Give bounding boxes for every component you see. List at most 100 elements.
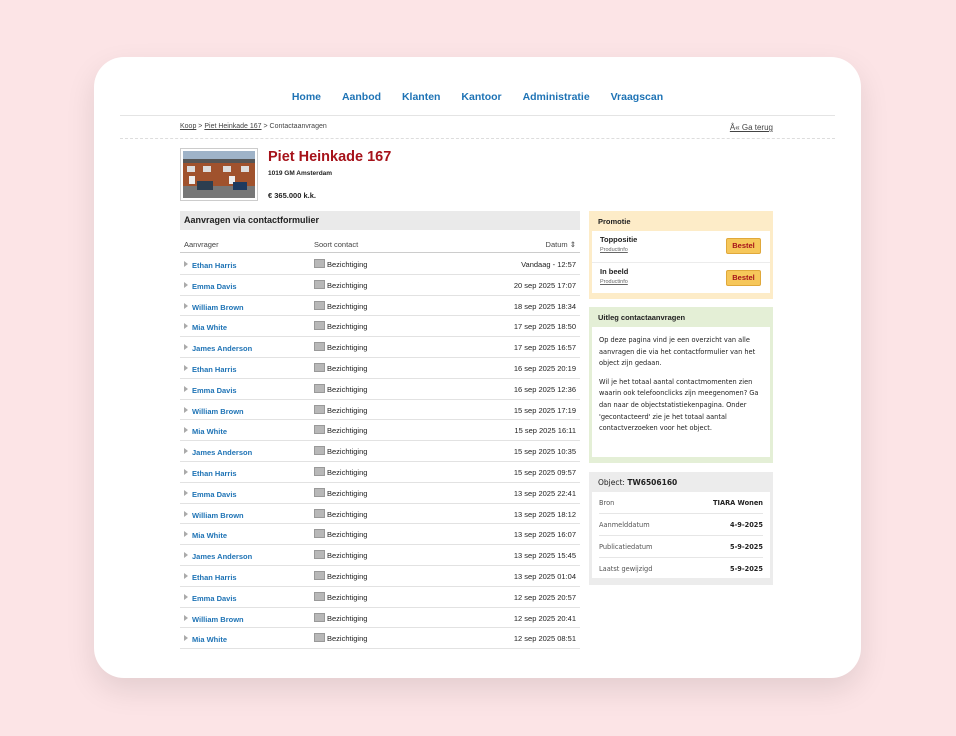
object-panel: Object: TW6506160 Bron TIARA Wonen Aanmel…: [589, 472, 773, 585]
contact-type: Bezichtiging: [327, 343, 368, 353]
object-row: Publicatiedatum 5-9-2025: [599, 536, 763, 558]
requester-name-link[interactable]: James Anderson: [192, 448, 252, 457]
requester-name-link[interactable]: James Anderson: [192, 344, 252, 353]
contact-type-icon: [314, 404, 325, 414]
requester-name-link[interactable]: Mia White: [192, 635, 227, 644]
requester-name-link[interactable]: Emma Davis: [192, 386, 237, 395]
main-nav: Home Aanbod Klanten Kantoor Administrati…: [94, 91, 861, 103]
nav-administratie[interactable]: Administratie: [523, 91, 590, 103]
breadcrumb-koop[interactable]: Koop: [180, 123, 196, 130]
object-key: Aanmelddatum: [599, 521, 650, 529]
expand-arrow-icon[interactable]: [184, 364, 188, 371]
request-date: 17 sep 2025 18:50: [513, 322, 576, 332]
contact-type: Bezichtiging: [327, 301, 368, 311]
object-value: 4-9-2025: [729, 521, 763, 529]
table-row: James Anderson Bezichtiging 15 sep 2025 10…: [180, 441, 580, 462]
expand-arrow-icon[interactable]: [184, 552, 188, 559]
requester-name-link[interactable]: William Brown: [192, 303, 244, 312]
request-date: 13 sep 2025 22:41: [513, 488, 576, 498]
requester-name-link[interactable]: Ethan Harris: [192, 469, 237, 478]
contact-type-icon: [314, 591, 325, 601]
contact-type: Bezichtiging: [327, 551, 368, 561]
expand-arrow-icon[interactable]: [184, 489, 188, 496]
requester-name-link[interactable]: William Brown: [192, 407, 244, 416]
productinfo-link[interactable]: Productinfo: [600, 247, 628, 253]
contact-type-icon: [314, 279, 325, 289]
nav-home[interactable]: Home: [292, 91, 321, 103]
requester-name-link[interactable]: Ethan Harris: [192, 365, 237, 374]
object-value: 5-9-2025: [729, 543, 763, 551]
contact-type-icon: [314, 259, 325, 268]
requester-name-link[interactable]: William Brown: [192, 615, 244, 624]
request-date: 13 sep 2025 18:12: [513, 509, 576, 519]
request-list: Ethan Harris Bezichtiging Vandaag - 12:57 E…: [180, 254, 580, 650]
back-link[interactable]: Â« Ga terug: [730, 123, 773, 132]
requester-name-link[interactable]: Mia White: [192, 323, 227, 332]
nav-kantoor[interactable]: Kantoor: [461, 91, 501, 103]
contact-type: Bezichtiging: [327, 363, 368, 373]
request-date: 20 sep 2025 17:07: [513, 280, 576, 290]
productinfo-link[interactable]: Productinfo: [600, 279, 628, 285]
expand-arrow-icon[interactable]: [184, 468, 188, 475]
promo-title: Promotie: [598, 217, 631, 226]
uitleg-paragraph: Op deze pagina vind je een overzicht van…: [599, 336, 756, 368]
requester-name-link[interactable]: Emma Davis: [192, 282, 237, 291]
expand-arrow-icon[interactable]: [184, 572, 188, 579]
expand-arrow-icon[interactable]: [184, 344, 188, 351]
nav-vraagscan[interactable]: Vraagscan: [611, 91, 664, 103]
expand-arrow-icon[interactable]: [184, 406, 188, 413]
nav-klanten[interactable]: Klanten: [402, 91, 441, 103]
promo-item: Toppositie Productinfo Bestel: [592, 231, 770, 263]
request-date: 16 sep 2025 20:19: [513, 363, 576, 373]
requester-name-link[interactable]: Mia White: [192, 531, 227, 540]
contact-type-icon: [314, 487, 325, 497]
breadcrumb-current: Contactaanvragen: [269, 123, 327, 130]
contact-type: Bezichtiging: [327, 384, 368, 394]
requester-name-link[interactable]: Emma Davis: [192, 594, 237, 603]
expand-arrow-icon[interactable]: [184, 593, 188, 600]
expand-arrow-icon[interactable]: [184, 302, 188, 309]
expand-arrow-icon[interactable]: [184, 427, 188, 434]
col-date-sort[interactable]: Datum ⇕: [546, 240, 576, 249]
expand-arrow-icon[interactable]: [184, 635, 188, 642]
expand-arrow-icon[interactable]: [184, 448, 188, 455]
breadcrumb-property[interactable]: Piet Heinkade 167: [204, 123, 261, 130]
expand-arrow-icon[interactable]: [184, 385, 188, 392]
requester-name-link[interactable]: Mia White: [192, 427, 227, 436]
request-date: 12 sep 2025 20:57: [513, 592, 576, 602]
table-row: William Brown Bezichtiging 15 sep 2025 17:…: [180, 400, 580, 421]
expand-arrow-icon[interactable]: [184, 531, 188, 538]
object-key: Bron: [599, 499, 615, 507]
request-date: 15 sep 2025 10:35: [513, 447, 576, 457]
breadcrumb-separator: >: [261, 123, 270, 130]
expand-arrow-icon[interactable]: [184, 614, 188, 621]
object-row: Aanmelddatum 4-9-2025: [599, 514, 763, 536]
nav-aanbod[interactable]: Aanbod: [342, 91, 381, 103]
property-title: Piet Heinkade 167: [268, 149, 392, 165]
contact-type-icon: [314, 362, 325, 372]
table-row: Mia White Bezichtiging 13 sep 2025 16:07: [180, 524, 580, 546]
promo-item-title: Toppositie: [600, 235, 638, 244]
table-row: Mia White Bezichtiging 12 sep 2025 08:51: [180, 628, 580, 650]
requester-name-link[interactable]: Ethan Harris: [192, 261, 237, 270]
requester-name-link[interactable]: Emma Davis: [192, 490, 237, 499]
expand-arrow-icon[interactable]: [184, 281, 188, 288]
contact-type-icon: [314, 529, 325, 539]
requester-name-link[interactable]: Ethan Harris: [192, 573, 237, 582]
expand-arrow-icon[interactable]: [184, 261, 188, 267]
contact-type-icon: [314, 508, 325, 518]
table-row: Ethan Harris Bezichtiging 13 sep 2025 01:0…: [180, 566, 580, 587]
property-city: 1019 GM Amsterdam: [268, 170, 333, 177]
request-date: 12 sep 2025 08:51: [513, 634, 576, 644]
contact-type: Bezichtiging: [327, 634, 368, 644]
table-header: Aanvrager Soort contact Datum ⇕: [180, 233, 580, 253]
expand-arrow-icon[interactable]: [184, 323, 188, 330]
requester-name-link[interactable]: James Anderson: [192, 552, 252, 561]
bestel-button[interactable]: Bestel: [726, 270, 761, 286]
property-photo[interactable]: [180, 148, 258, 201]
bestel-button[interactable]: Bestel: [726, 238, 761, 254]
requester-name-link[interactable]: William Brown: [192, 511, 244, 520]
uitleg-paragraph: Wil je het totaal aantal contactmomenten…: [599, 377, 759, 433]
expand-arrow-icon[interactable]: [184, 510, 188, 517]
contact-type-icon: [314, 446, 325, 456]
